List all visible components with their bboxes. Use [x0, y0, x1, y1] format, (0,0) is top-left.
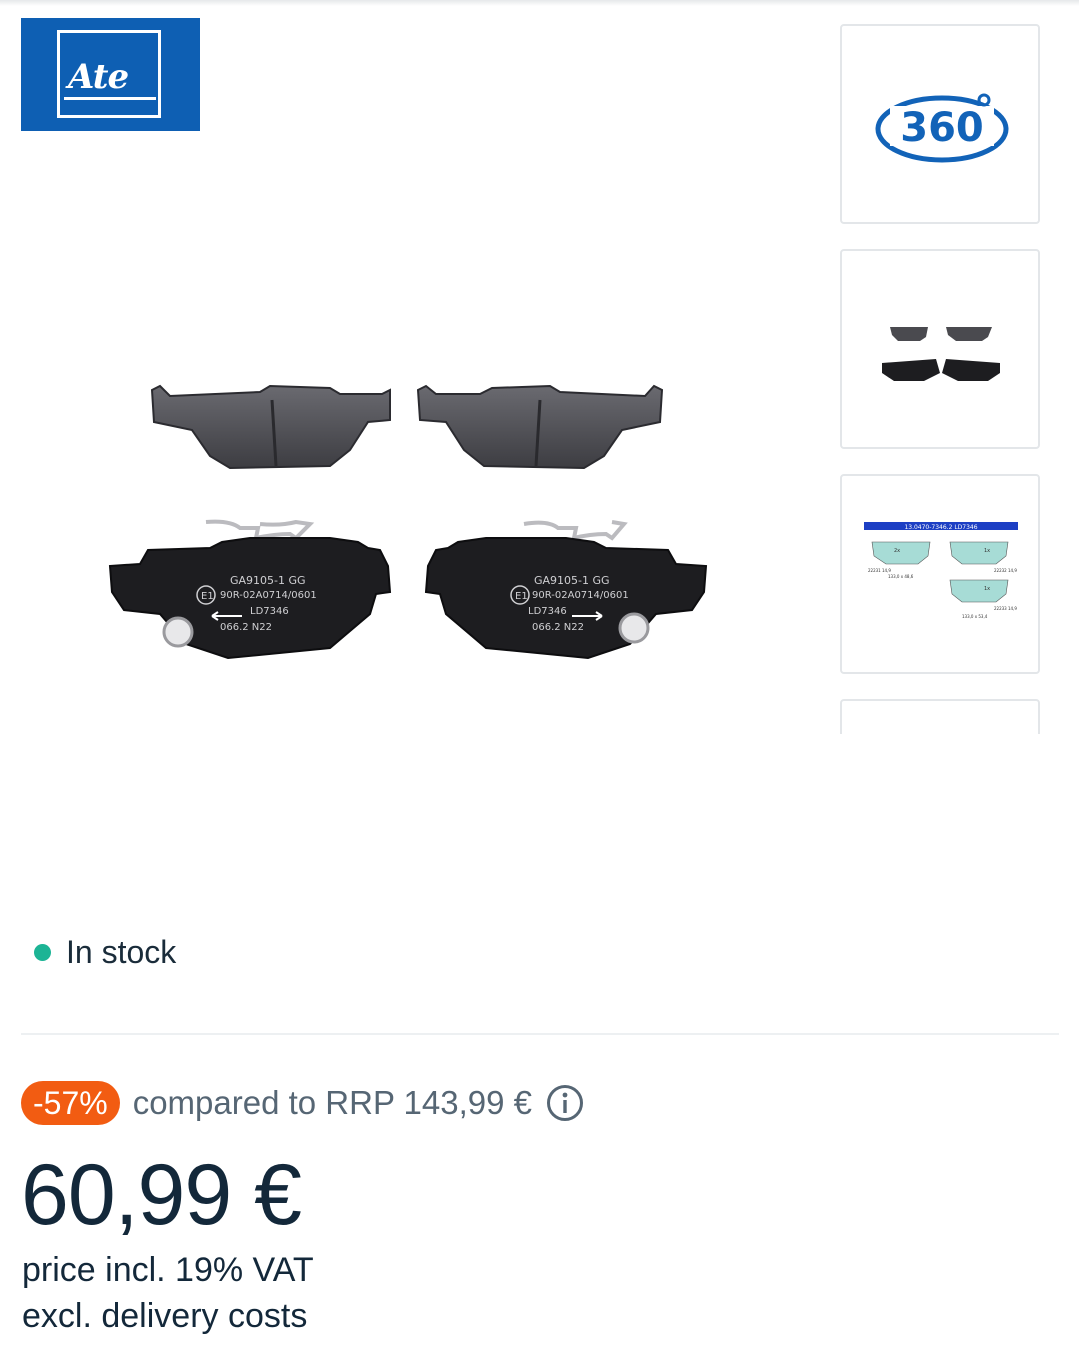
ate-logo: Ate	[21, 18, 200, 131]
top-shadow	[0, 0, 1079, 6]
drawing-qty-3: 1x	[984, 586, 990, 592]
rrp-comparison-text: compared to RRP 143,99 €	[132, 1084, 533, 1121]
svg-text:E1: E1	[515, 591, 528, 602]
pad-top-left	[150, 384, 391, 470]
discount-badge: -57%	[21, 1081, 120, 1125]
svg-text:90R-02A0714/0601: 90R-02A0714/0601	[532, 590, 629, 601]
logo-frame: Ate	[57, 30, 161, 118]
in-stock-dot-icon	[34, 944, 51, 961]
thumbnail-360-view[interactable]: 360	[840, 24, 1040, 224]
logo-underline	[64, 97, 156, 100]
drawing-qty-2: 1x	[984, 548, 990, 554]
svg-text:LD7346: LD7346	[528, 606, 567, 617]
drawing-dim-2: 22232 14,9	[994, 568, 1017, 573]
svg-text:90R-02A0714/0601: 90R-02A0714/0601	[220, 590, 317, 601]
thumbnail-partial[interactable]	[840, 699, 1040, 734]
drawing-header: 13.0470-7346.2 LD7346	[904, 524, 977, 531]
logo-text: Ate	[68, 57, 129, 97]
360-label: 360	[900, 105, 984, 151]
thumbnail-technical-drawing[interactable]: 13.0470-7346.2 LD7346 2x 1x 1x 22231 14,…	[840, 474, 1040, 674]
svg-text:GA9105-1 GG: GA9105-1 GG	[230, 574, 306, 587]
discount-row: -57% compared to RRP 143,99 €	[21, 1080, 584, 1126]
availability: In stock	[34, 934, 176, 971]
thumbnail-product-photo[interactable]	[840, 249, 1040, 449]
pad-bottom-right: GA9105-1 GG 90R-02A0714/0601 LD7346 066.…	[424, 520, 708, 660]
drawing-dim-1: 22231 14,9	[868, 568, 891, 573]
pad-bottom-left: GA9105-1 GG 90R-02A0714/0601 LD7346 066.…	[108, 519, 392, 660]
drawing-size-1: 133,0 x 48,6	[888, 574, 914, 579]
svg-text:E1: E1	[201, 591, 214, 602]
thumbnail-list[interactable]: 360 13.0470-7346.2 LD7346 2x 1x 1x 22231…	[840, 24, 1043, 734]
brake-pads-thumb-image	[882, 327, 1000, 381]
vat-note: price incl. 19% VAT	[22, 1251, 314, 1289]
drawing-dim-3: 22233 14,9	[994, 606, 1017, 611]
technical-drawing-thumb-image: 13.0470-7346.2 LD7346 2x 1x 1x 22231 14,…	[864, 522, 1018, 619]
main-product-image[interactable]: GA9105-1 GG 90R-02A0714/0601 LD7346 066.…	[100, 370, 720, 670]
product-price: 60,99 €	[21, 1147, 302, 1243]
svg-text:066.2 N22: 066.2 N22	[220, 622, 272, 633]
delivery-note: excl. delivery costs	[22, 1297, 308, 1335]
drawing-size-2: 133,0 x 53,4	[962, 614, 988, 619]
svg-text:LD7346: LD7346	[250, 606, 289, 617]
availability-text: In stock	[66, 934, 177, 970]
pad-top-right	[416, 384, 664, 470]
svg-text:066.2 N22: 066.2 N22	[532, 622, 584, 633]
drawing-qty-1: 2x	[894, 548, 900, 554]
svg-text:GA9105-1 GG: GA9105-1 GG	[534, 574, 610, 587]
info-icon[interactable]	[546, 1084, 584, 1122]
360-icon: 360	[875, 93, 1009, 163]
divider	[21, 1033, 1059, 1035]
